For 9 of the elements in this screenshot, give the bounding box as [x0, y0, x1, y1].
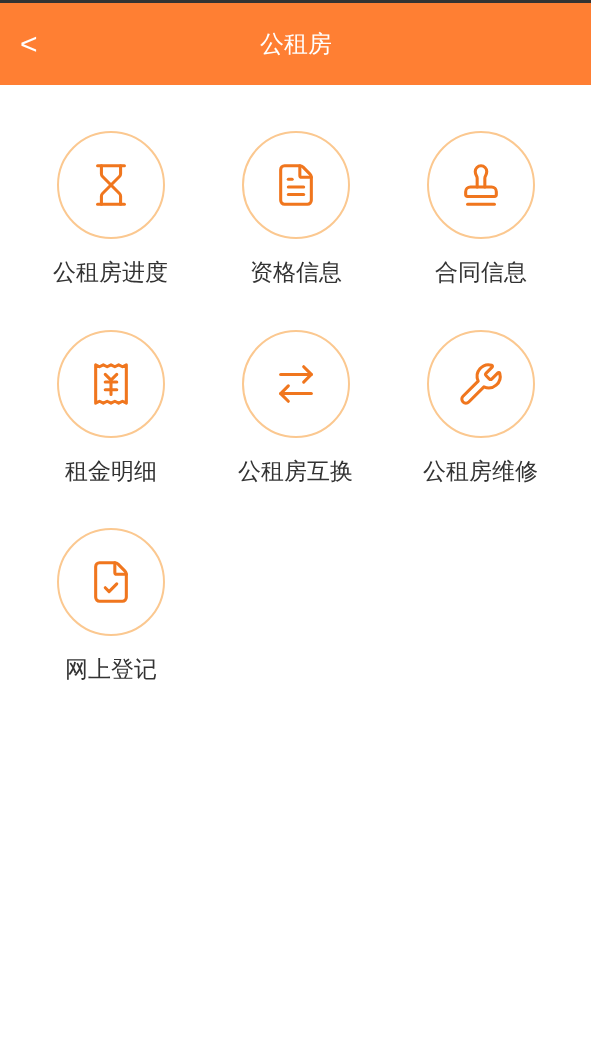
page-title: 公租房: [259, 29, 332, 59]
menu-label[interactable]: 租金明细: [64, 453, 157, 488]
wrench-icon: [457, 360, 504, 407]
menu-label[interactable]: 公租房进度: [53, 255, 168, 290]
menu-label[interactable]: 合同信息: [434, 255, 527, 290]
menu-label[interactable]: 公租房互换: [238, 453, 353, 488]
menu-label[interactable]: 公租房维修: [423, 453, 538, 488]
menu-label[interactable]: 网上登记: [64, 652, 157, 687]
menu-label[interactable]: 资格信息: [249, 255, 342, 290]
